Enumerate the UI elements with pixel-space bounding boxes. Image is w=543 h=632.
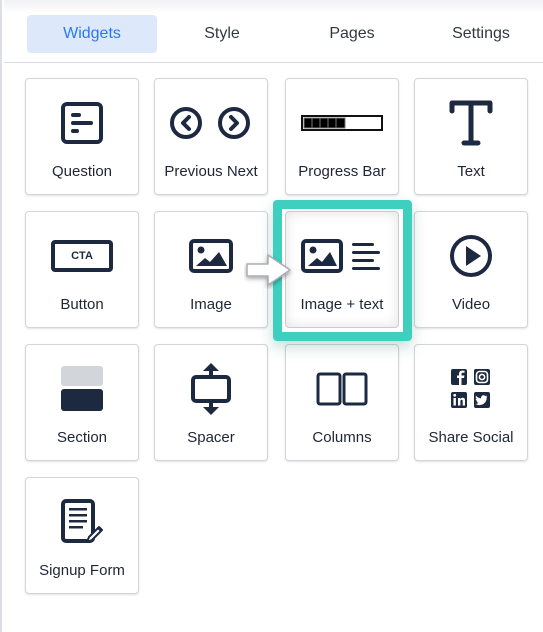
spacer-icon: [155, 361, 267, 417]
tab-widgets[interactable]: Widgets: [27, 15, 157, 53]
widget-section[interactable]: Section: [25, 344, 139, 461]
widget-label: Image + text: [300, 296, 384, 313]
widget-label: Progress Bar: [298, 163, 386, 180]
facebook-icon: [451, 369, 467, 385]
widget-label: Question: [51, 163, 113, 180]
widget-button[interactable]: CTA Button: [25, 211, 139, 328]
tab-settings[interactable]: Settings: [417, 15, 543, 53]
widget-question[interactable]: Question: [25, 78, 139, 195]
widget-label: Previous Next: [164, 163, 258, 180]
widget-spacer[interactable]: Spacer: [154, 344, 268, 461]
pointer-arrow-icon: [246, 254, 291, 286]
section-icon: [26, 361, 138, 417]
widgets-panel: Widgets Style Pages Settings Question Pr…: [0, 0, 543, 632]
signup-form-icon: [26, 494, 138, 550]
widget-video[interactable]: Video: [414, 211, 528, 328]
cta-text: CTA: [51, 240, 113, 272]
play-icon: [415, 228, 527, 284]
widget-previous-next[interactable]: Previous Next: [154, 78, 268, 195]
tab-pages[interactable]: Pages: [287, 15, 417, 53]
widget-signup-form[interactable]: Signup Form: [25, 477, 139, 594]
tab-style[interactable]: Style: [157, 15, 287, 53]
columns-icon: [286, 361, 398, 417]
widget-text[interactable]: Text: [414, 78, 528, 195]
progress-bar-icon: [286, 95, 398, 151]
twitter-icon: [474, 392, 490, 408]
question-form-icon: [26, 95, 138, 151]
cta-button-icon: CTA: [26, 228, 138, 284]
widget-label: Signup Form: [39, 562, 125, 579]
widget-label: Share Social: [428, 429, 514, 446]
linkedin-icon: [451, 392, 467, 408]
widget-label: Columns: [312, 429, 372, 446]
widget-label: Spacer: [187, 429, 235, 446]
social-icons: [415, 361, 527, 417]
image-text-icon: [286, 228, 398, 284]
widget-label: Button: [60, 296, 104, 313]
widget-progress-bar[interactable]: Progress Bar: [285, 78, 399, 195]
previous-next-icon: [155, 95, 267, 151]
instagram-icon: [474, 369, 490, 385]
text-t-icon: [415, 95, 527, 151]
widget-label: Video: [451, 296, 491, 313]
widget-columns[interactable]: Columns: [285, 344, 399, 461]
widget-label: Section: [56, 429, 108, 446]
widget-label: Text: [457, 163, 485, 180]
widget-share-social[interactable]: Share Social: [414, 344, 528, 461]
widget-image-text[interactable]: Image + text: [285, 211, 399, 328]
tab-bar: Widgets Style Pages Settings: [4, 0, 543, 63]
widget-label: Image: [190, 296, 232, 313]
